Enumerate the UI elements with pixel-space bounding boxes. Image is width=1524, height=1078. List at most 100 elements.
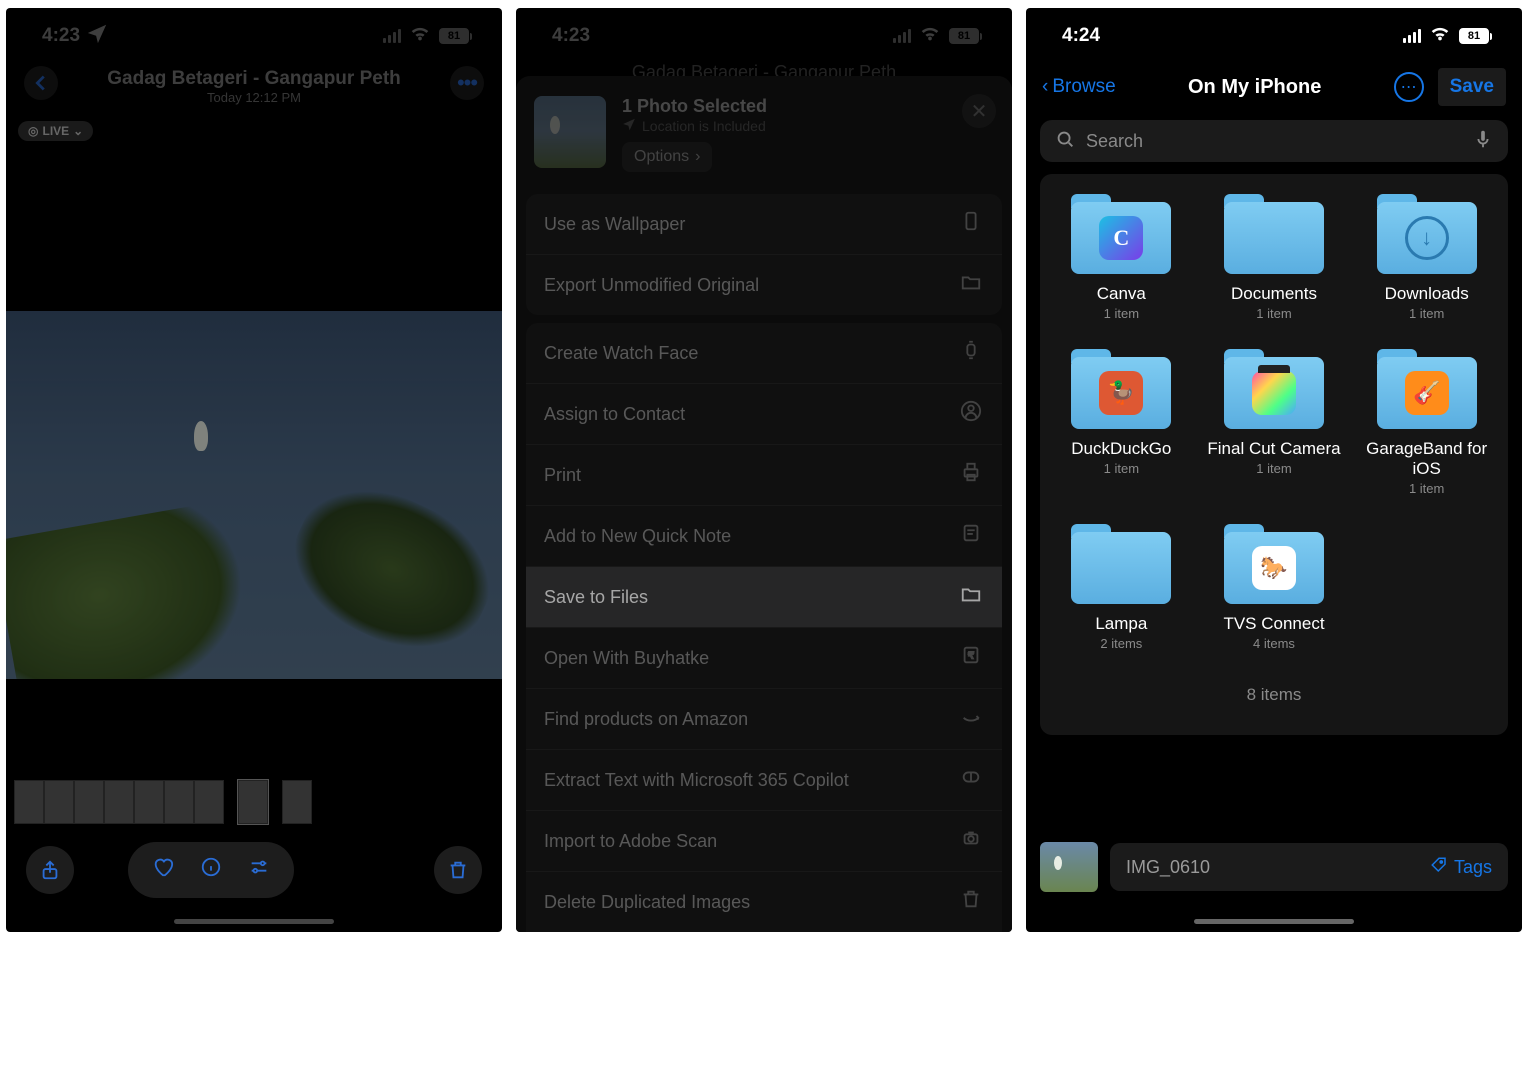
chevron-left-icon: ‹ [1042, 76, 1048, 98]
info-button[interactable] [200, 856, 222, 884]
thumbnail[interactable] [74, 780, 104, 824]
action-extract-text-copilot[interactable]: Extract Text with Microsoft 365 Copilot [526, 749, 1002, 810]
photo-toolbar [6, 842, 502, 898]
status-bar: 4:24 81 [1026, 8, 1522, 58]
folder-tvs-connect[interactable]: 🐎 TVS Connect 4 items [1207, 524, 1342, 651]
photo-timestamp: Today 12:12 PM [6, 90, 502, 105]
share-header: 1 Photo Selected Location is Included Op… [516, 76, 1012, 186]
thumbnail[interactable] [134, 780, 164, 824]
share-button[interactable] [26, 846, 74, 894]
svg-text:₹: ₹ [968, 651, 974, 661]
folder-garageband[interactable]: 🎸 GarageBand for iOS 1 item [1359, 349, 1494, 496]
live-badge[interactable]: ◎ LIVE ⌄ [18, 121, 93, 141]
action-use-as-wallpaper[interactable]: Use as Wallpaper [526, 194, 1002, 254]
back-browse-button[interactable]: ‹ Browse [1042, 76, 1116, 98]
cellular-icon [1403, 29, 1421, 43]
screen-files-save: 4:24 81 ‹ Browse On My iPhone ⋯ Save Sea… [1026, 8, 1522, 932]
live-icon: ◎ [28, 124, 38, 138]
thumbnail[interactable] [194, 780, 224, 824]
screen-share-sheet: 4:23 81 Gadag Betageri - Gangapur Peth 1… [516, 8, 1012, 932]
action-import-adobe-scan[interactable]: Import to Adobe Scan [526, 810, 1002, 871]
status-bar: 4:23 81 [6, 8, 502, 58]
save-bar: IMG_0610 Tags [1026, 842, 1522, 892]
action-print[interactable]: Print [526, 444, 1002, 505]
page-title: On My iPhone [1188, 76, 1321, 99]
tag-icon [1430, 856, 1448, 879]
trash-icon [958, 888, 984, 916]
battery-indicator: 81 [439, 28, 472, 44]
note-icon [958, 522, 984, 550]
mic-icon[interactable] [1472, 128, 1494, 155]
share-sheet: 1 Photo Selected Location is Included Op… [516, 76, 1012, 932]
action-quick-note[interactable]: Add to New Quick Note [526, 505, 1002, 566]
status-time: 4:23 [42, 25, 80, 47]
action-export-original[interactable]: Export Unmodified Original [526, 254, 1002, 315]
watch-icon [958, 339, 984, 367]
file-name-field[interactable]: IMG_0610 Tags [1110, 843, 1508, 891]
home-indicator[interactable] [174, 919, 334, 924]
thumbnail-selected[interactable] [238, 780, 268, 824]
delete-button[interactable] [434, 846, 482, 894]
wifi-icon [409, 22, 431, 50]
status-bar: 4:23 81 [516, 8, 1012, 58]
folder-documents[interactable]: Documents 1 item [1207, 194, 1342, 321]
action-find-amazon[interactable]: Find products on Amazon [526, 688, 1002, 749]
print-icon [958, 461, 984, 489]
back-button[interactable] [24, 66, 58, 100]
cellular-icon [893, 29, 911, 43]
folder-lampa[interactable]: Lampa 2 items [1054, 524, 1189, 651]
folder-downloads[interactable]: ↓ Downloads 1 item [1359, 194, 1494, 321]
save-button[interactable]: Save [1438, 68, 1506, 106]
battery-indicator: 81 [1459, 28, 1492, 44]
search-placeholder: Search [1086, 131, 1143, 152]
status-time: 4:24 [1062, 25, 1100, 47]
more-button[interactable]: ⋯ [1394, 72, 1424, 102]
action-create-watch-face[interactable]: Create Watch Face [526, 323, 1002, 383]
search-field[interactable]: Search [1040, 120, 1508, 162]
thumbnail-strip[interactable] [14, 780, 312, 824]
thumbnail[interactable] [164, 780, 194, 824]
thumbnail[interactable] [44, 780, 74, 824]
status-time: 4:23 [552, 25, 590, 47]
folder-final-cut-camera[interactable]: Final Cut Camera 1 item [1207, 349, 1342, 496]
folder-canva[interactable]: C Canva 1 item [1054, 194, 1189, 321]
cellular-icon [383, 29, 401, 43]
share-actions-list: Use as Wallpaper Export Unmodified Origi… [516, 194, 1012, 932]
folder-grid-container: C Canva 1 item Documents 1 item ↓ Downlo… [1040, 174, 1508, 735]
items-total: 8 items [1054, 685, 1494, 705]
thumbnail[interactable] [14, 780, 44, 824]
screen-photos-detail: 4:23 81 Gadag Betageri - Gangapur Peth T… [6, 8, 502, 932]
photo-location-title: Gadag Betageri - Gangapur Peth [6, 68, 502, 90]
close-button[interactable]: ✕ [962, 94, 996, 128]
amazon-icon [958, 705, 984, 733]
photo-viewer[interactable] [6, 311, 502, 679]
file-thumbnail [1040, 842, 1098, 892]
more-button[interactable]: ••• [450, 66, 484, 100]
chevron-right-icon: › [695, 148, 700, 166]
action-assign-to-contact[interactable]: Assign to Contact [526, 383, 1002, 444]
action-save-to-files[interactable]: Save to Files [526, 566, 1002, 627]
location-info: Location is Included [642, 118, 766, 134]
adjust-button[interactable] [248, 856, 270, 884]
folder-duckduckgo[interactable]: 🦆 DuckDuckGo 1 item [1054, 349, 1189, 496]
toolbar-pill [128, 842, 294, 898]
preview-thumbnail[interactable] [534, 96, 606, 168]
scan-icon [958, 827, 984, 855]
battery-indicator: 81 [949, 28, 982, 44]
action-open-buyhatke[interactable]: Open With Buyhatke ₹ [526, 627, 1002, 688]
favorite-button[interactable] [152, 856, 174, 884]
thumbnail[interactable] [282, 780, 312, 824]
location-services-icon [86, 22, 108, 50]
home-indicator[interactable] [1194, 919, 1354, 924]
action-delete-duplicates[interactable]: Delete Duplicated Images [526, 871, 1002, 932]
tags-button[interactable]: Tags [1430, 856, 1492, 879]
phone-icon [958, 210, 984, 238]
location-icon [622, 117, 636, 134]
thumbnail[interactable] [104, 780, 134, 824]
options-button[interactable]: Options › [622, 142, 712, 172]
copilot-icon [958, 766, 984, 794]
wifi-icon [1429, 22, 1451, 50]
rupee-icon: ₹ [958, 644, 984, 672]
folder-grid: C Canva 1 item Documents 1 item ↓ Downlo… [1054, 194, 1494, 651]
search-icon [1054, 128, 1076, 155]
